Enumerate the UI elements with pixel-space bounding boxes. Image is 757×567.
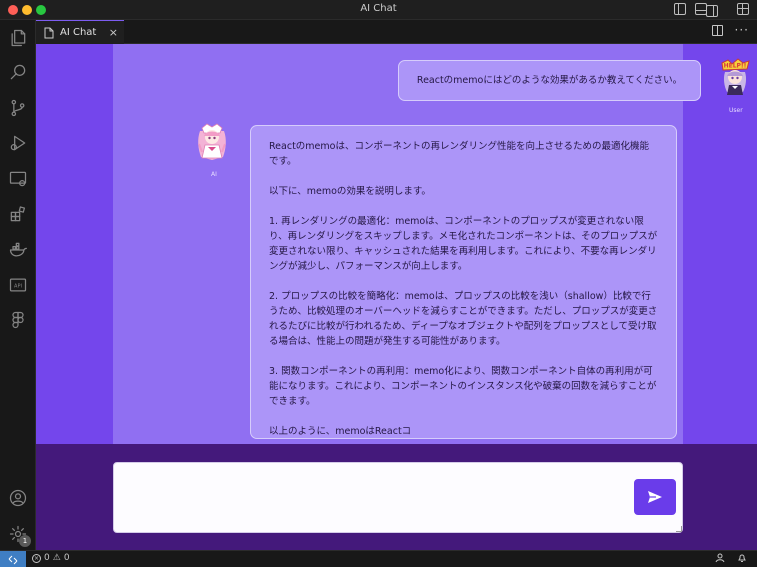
editor-actions: ··· — [711, 24, 749, 36]
message-input[interactable] — [113, 462, 683, 533]
extensions-icon[interactable] — [6, 202, 30, 226]
customize-layout-icon[interactable] — [737, 3, 749, 15]
ai-label: AI — [211, 171, 217, 178]
warning-icon: ⚠ — [52, 553, 61, 563]
editor-tab-bar: AI Chat × ··· — [36, 20, 757, 44]
figma-icon[interactable] — [6, 308, 30, 332]
settings-gear-icon[interactable]: 1 — [6, 522, 31, 547]
window-title: AI Chat — [360, 3, 397, 14]
source-control-icon[interactable] — [6, 96, 30, 120]
more-actions-icon[interactable]: ··· — [735, 24, 749, 36]
error-icon: × — [32, 553, 41, 563]
notifications-bell-icon[interactable] — [737, 553, 747, 563]
run-debug-icon[interactable] — [6, 131, 30, 155]
tab-close-icon[interactable]: × — [109, 26, 118, 39]
status-bar: × 0 ⚠ 0 — [0, 550, 757, 567]
send-button[interactable] — [634, 479, 676, 515]
remote-indicator[interactable] — [0, 551, 26, 567]
resize-grip-icon[interactable] — [676, 526, 682, 532]
remote-explorer-icon[interactable] — [6, 167, 30, 191]
api-client-icon[interactable]: API — [6, 273, 30, 297]
tab-label: AI Chat — [60, 27, 97, 38]
accounts-status-icon[interactable] — [715, 553, 725, 563]
split-editor-icon[interactable] — [711, 25, 723, 36]
user-label: User — [729, 107, 743, 114]
title-bar: AI Chat — [0, 0, 757, 20]
explorer-icon[interactable] — [6, 26, 30, 50]
tab-ai-chat[interactable]: AI Chat × — [36, 20, 124, 44]
app-window: AI Chat API 1 AI Chat × ··· Reactのmemoには… — [0, 0, 757, 567]
problems-indicator[interactable]: × 0 ⚠ 0 — [32, 553, 70, 563]
user-message-text: Reactのmemoにはどのような効果があるか教えてください。 — [416, 75, 683, 86]
svg-text:HELP!!: HELP!! — [724, 63, 747, 70]
remote-icon — [8, 555, 18, 564]
error-count: 0 — [44, 553, 50, 563]
chat-panel: Reactのmemoにはどのような効果があるか教えてください。 HELP!! U… — [36, 44, 757, 444]
toggle-primary-sidebar-icon[interactable] — [674, 3, 686, 15]
user-message-bubble: Reactのmemoにはどのような効果があるか教えてください。 — [398, 60, 701, 101]
search-icon[interactable] — [6, 60, 30, 84]
accounts-icon[interactable] — [6, 486, 30, 510]
ai-message-text: Reactのmemoは、コンポーネントの再レンダリング性能を向上させるための最適… — [269, 141, 658, 437]
settings-badge: 1 — [19, 535, 31, 547]
chat-column: Reactのmemoにはどのような効果があるか教えてください。 HELP!! U… — [113, 44, 750, 444]
docker-icon[interactable] — [6, 238, 30, 262]
toggle-secondary-sidebar-icon[interactable] — [706, 5, 718, 17]
status-bar-right — [715, 553, 747, 563]
svg-text:API: API — [14, 284, 22, 290]
warning-count: 0 — [63, 553, 70, 563]
send-icon — [648, 491, 662, 503]
user-avatar: HELP!! — [721, 58, 750, 95]
ai-avatar — [198, 123, 226, 160]
ai-message-bubble: Reactのmemoは、コンポーネントの再レンダリング性能を向上させるための最適… — [250, 125, 677, 439]
activity-bar: API 1 — [0, 20, 36, 550]
layout-controls — [674, 3, 749, 17]
file-icon — [44, 27, 54, 38]
chat-input-area — [36, 444, 757, 550]
